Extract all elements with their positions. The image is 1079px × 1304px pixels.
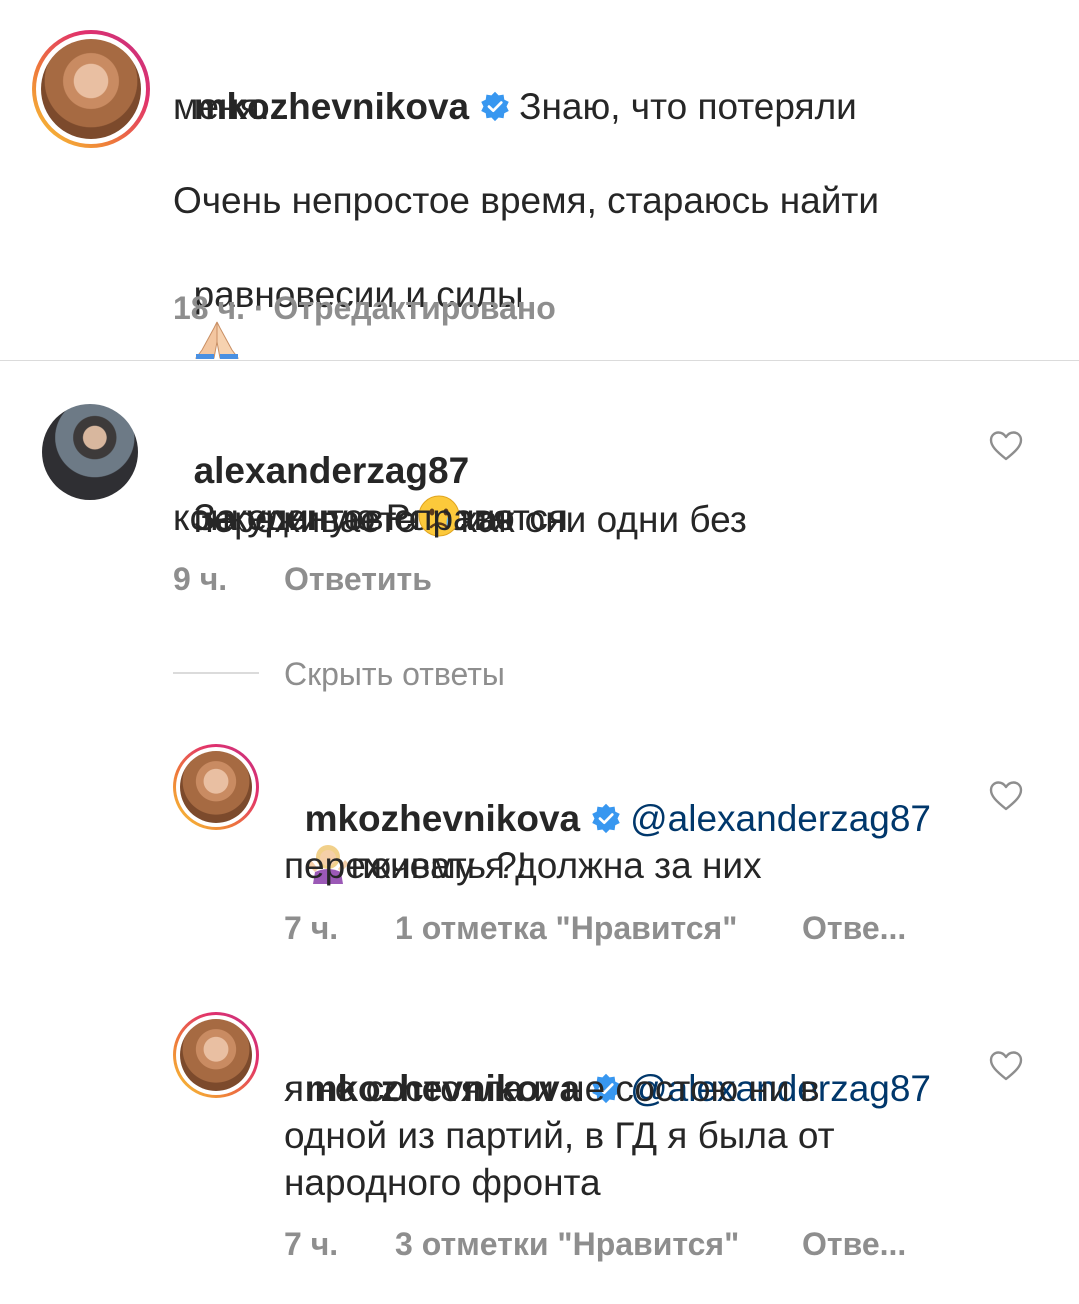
- commenter-avatar[interactable]: [42, 404, 138, 500]
- comment-like-heart-icon[interactable]: [989, 430, 1023, 462]
- caption-avatar[interactable]: [32, 30, 150, 148]
- reply1-time: 7 ч.: [284, 910, 339, 946]
- caption-divider: [0, 360, 1079, 361]
- reply1-line2: переживать ?!: [284, 845, 528, 886]
- verified-badge-icon: [481, 91, 509, 122]
- caption-line2: меня...: [173, 86, 291, 127]
- hide-replies-button[interactable]: Скрыть ответы: [284, 656, 505, 693]
- reply2-likes[interactable]: 3 отметки "Нравится": [395, 1226, 739, 1263]
- reply2-time: 7 ч.: [284, 1226, 339, 1262]
- reply2-line3: народного фронта: [284, 1162, 601, 1203]
- reply1-avatar[interactable]: [173, 744, 259, 830]
- reply1-reply-button[interactable]: Отве...: [802, 910, 906, 947]
- reply2-avatar[interactable]: [173, 1012, 259, 1098]
- caption-text: mkozhevnikova Знаю, что потеряли: [173, 36, 1033, 130]
- caption-edited: · Отредактировано: [253, 290, 556, 326]
- caption-time: 18 ч.: [173, 290, 245, 326]
- comment-line3: конкурентов справятся: [173, 497, 568, 538]
- reply2-line1: я не состояла и не состою ни в: [284, 1068, 820, 1109]
- caption-line1: Знаю, что потеряли: [519, 86, 857, 127]
- reply2-reply-button[interactable]: Отве...: [802, 1226, 906, 1263]
- reply1-likes[interactable]: 1 отметка "Нравится": [395, 910, 737, 947]
- caption-line3: Очень непростое время, стараюсь найти: [173, 180, 879, 221]
- reply2-like-heart-icon[interactable]: [989, 1050, 1023, 1082]
- comment-reply-button[interactable]: Ответить: [284, 561, 432, 598]
- reply2-line2: одной из партий, в ГД я была от: [284, 1115, 835, 1156]
- caption-meta: 18 ч. · Отредактировано: [173, 290, 556, 327]
- reply1-like-heart-icon[interactable]: [989, 780, 1023, 812]
- hide-replies-line: [173, 672, 259, 674]
- comment-time: 9 ч.: [173, 561, 228, 597]
